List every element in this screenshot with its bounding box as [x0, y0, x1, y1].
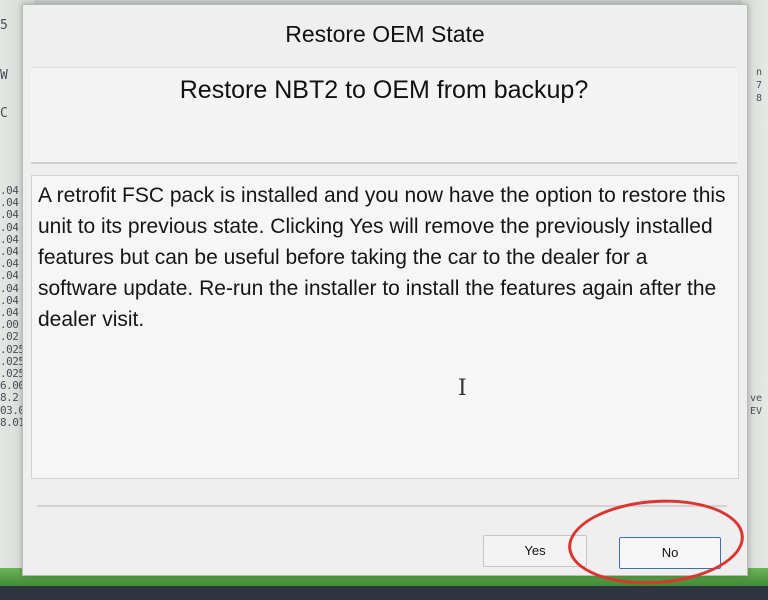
- bg-right-text: EV: [750, 406, 763, 417]
- text-cursor-icon: I: [458, 376, 467, 401]
- message-textbox[interactable]: A retrofit FSC pack is installed and you…: [31, 175, 739, 479]
- restore-oem-dialog: Restore OEM State Restore NBT2 to OEM fr…: [22, 4, 748, 576]
- bg-left-text: C: [0, 106, 8, 121]
- bg-right-text: 8: [756, 93, 763, 104]
- dialog-message: A retrofit FSC pack is installed and you…: [38, 184, 726, 331]
- bg-right-text: 7: [756, 80, 763, 91]
- bg-right-text: n: [756, 67, 763, 78]
- question-panel: Restore NBT2 to OEM from backup?: [31, 67, 737, 164]
- bg-right-text: ve: [750, 393, 763, 404]
- dialog-title: Restore OEM State: [285, 21, 485, 47]
- dialog-question: Restore NBT2 to OEM from backup?: [179, 76, 589, 104]
- background-taskbar: [0, 586, 768, 600]
